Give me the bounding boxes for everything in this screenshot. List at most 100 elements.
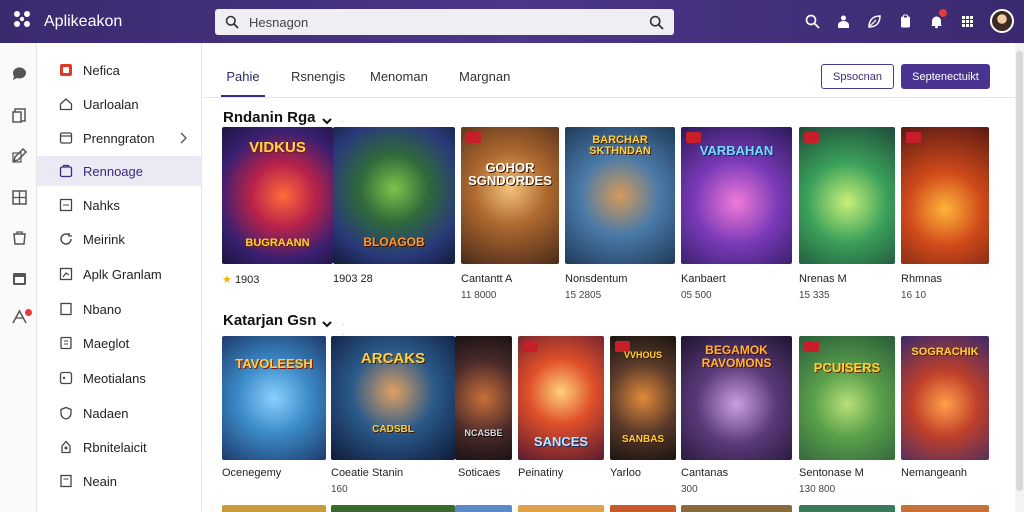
bag-icon[interactable] [11, 229, 28, 246]
sidebar-item-meotialans[interactable]: Meotialans [37, 363, 202, 393]
sidebar-item-nefica[interactable]: Nefica [37, 55, 202, 85]
sidebar-item-label: Meotialans [83, 370, 146, 386]
edit-icon[interactable] [11, 147, 28, 164]
app-title: Aplikeakon [44, 12, 123, 30]
search-submit-icon[interactable] [649, 15, 664, 30]
card-name: Peinatiny [518, 467, 564, 479]
game-card[interactable]: PCUISERS [799, 336, 895, 460]
game-card[interactable]: BARCHAR SKTHNDAN [565, 127, 675, 264]
sidebar-item-label: Maeglot [83, 335, 130, 351]
game-card-subtitle: SANBAS [621, 434, 665, 445]
sidebar-item-rennoage[interactable]: Rennoage [37, 156, 202, 186]
game-card[interactable] [799, 127, 895, 264]
app-logo[interactable]: Aplikeakon [12, 9, 212, 34]
game-card[interactable]: VIDKUS BUGRAANN [222, 127, 333, 264]
tablet-icon [59, 336, 73, 350]
search-icon[interactable] [799, 8, 825, 34]
chevron-right-icon[interactable] [178, 131, 188, 145]
sidebar-item-meirink[interactable]: Meirink [37, 224, 202, 254]
game-card[interactable]: ARCAKS CADSBL [331, 336, 455, 460]
game-card-art [799, 127, 895, 264]
secondary-button[interactable]: Spsocnan [821, 64, 894, 89]
game-card[interactable] [901, 505, 989, 512]
sidebar-item-nadaen[interactable]: Nadaen [37, 398, 202, 428]
user-icon [59, 440, 73, 454]
home-icon [59, 97, 73, 111]
search-icon [225, 15, 239, 29]
card-rating: ★ 1903 [222, 273, 259, 286]
card-name: Cantantt A [461, 273, 513, 285]
section-title[interactable]: Katarjan Gsn · · [223, 312, 347, 339]
card-name: Nonsdentum [565, 273, 628, 285]
folder-icon [59, 131, 73, 145]
sidebar-item-rbnitelaicit[interactable]: Rbnitelaicit [37, 432, 202, 462]
game-card[interactable] [518, 505, 604, 512]
sidebar-item-prenngraton[interactable]: Prenngraton [37, 123, 202, 153]
leaf-icon[interactable] [861, 8, 887, 34]
game-card[interactable] [455, 505, 512, 512]
game-card[interactable] [799, 505, 895, 512]
game-card[interactable] [222, 505, 326, 512]
hot-badge [804, 341, 819, 352]
game-card-title: PCUISERS [813, 360, 881, 375]
game-card[interactable]: BEGAMOK RAVOMONS [681, 336, 792, 460]
copy-icon[interactable] [11, 107, 28, 124]
sidebar-item-uarloalan[interactable]: Uarloalan [37, 89, 202, 119]
network-icon[interactable] [11, 308, 28, 325]
tab-rsnengis[interactable]: Rsnengis [291, 69, 345, 97]
user-tree-icon[interactable] [830, 8, 856, 34]
apps-grid-icon[interactable] [954, 8, 980, 34]
card-name: Cantanas [681, 467, 729, 479]
card-meta: 05 500 [681, 290, 712, 301]
search-input[interactable] [249, 14, 649, 30]
page-icon [59, 198, 73, 212]
tab-bar: Pahie Rsnengis Menoman Margnan Spsocnan … [203, 43, 1015, 98]
avatar[interactable] [990, 9, 1014, 33]
game-card[interactable]: TAVOLEESH [222, 336, 326, 460]
sidebar-item-label: Meirink [83, 231, 125, 247]
tab-margnan[interactable]: Margnan [459, 69, 510, 97]
game-card[interactable]: VARBAHAN [681, 127, 792, 264]
game-card[interactable] [331, 505, 455, 512]
sidebar-item-aplk-granlam[interactable]: Aplk Granlam [37, 259, 202, 289]
game-card[interactable]: SOGRACHIK [901, 336, 989, 460]
game-card[interactable]: GOHOR SGNDORDES [461, 127, 559, 264]
sidebar-item-maeglot[interactable]: Maeglot [37, 328, 202, 358]
sidebar-item-nahks[interactable]: Nahks [37, 190, 202, 220]
tab-menoman[interactable]: Menoman [370, 69, 428, 97]
game-card[interactable] [901, 127, 989, 264]
game-card[interactable] [681, 505, 792, 512]
sidebar-item-nbano[interactable]: Nbano [37, 294, 202, 324]
chevron-down-icon[interactable] [321, 113, 333, 124]
clipboard-icon[interactable] [892, 8, 918, 34]
scrollbar-thumb[interactable] [1016, 51, 1023, 491]
card-meta: 130 800 [799, 484, 836, 495]
chat-icon[interactable] [11, 65, 28, 82]
game-card[interactable]: SANCES [518, 336, 604, 460]
game-card[interactable]: BLOAGOB [333, 127, 455, 264]
game-card[interactable]: VVHOUS SANBAS [610, 336, 676, 460]
game-card[interactable] [610, 505, 676, 512]
primary-button[interactable]: Septenectuikt [901, 64, 990, 89]
card-name: Nemangeanh [901, 467, 968, 479]
card-name: Kanbaert [681, 273, 726, 285]
section-title[interactable]: Rndanin Rga · · [223, 109, 347, 136]
scrollbar[interactable] [1015, 43, 1024, 512]
hot-badge [804, 132, 819, 143]
card-meta: 300 [681, 484, 698, 495]
search-bar[interactable] [215, 9, 674, 35]
sidebar-item-neain[interactable]: Neain [37, 466, 202, 496]
chevron-down-icon[interactable] [321, 316, 333, 327]
sidebar-item-label: Nefica [83, 62, 120, 78]
tab-pahie[interactable]: Pahie [221, 69, 265, 97]
layout-icon[interactable] [11, 189, 28, 206]
section-title-text: Katarjan Gsn [223, 312, 317, 329]
logo-icon [12, 9, 32, 34]
sidebar: Nefica Uarloalan Prenngraton Rennoage Na… [37, 43, 202, 512]
card-meta: 16 10 [901, 290, 927, 301]
shield-icon [59, 406, 73, 420]
calendar-icon[interactable] [11, 270, 28, 287]
note-icon [59, 474, 73, 488]
notification-icon[interactable] [923, 8, 949, 34]
game-card[interactable]: NCASBE [455, 336, 512, 460]
